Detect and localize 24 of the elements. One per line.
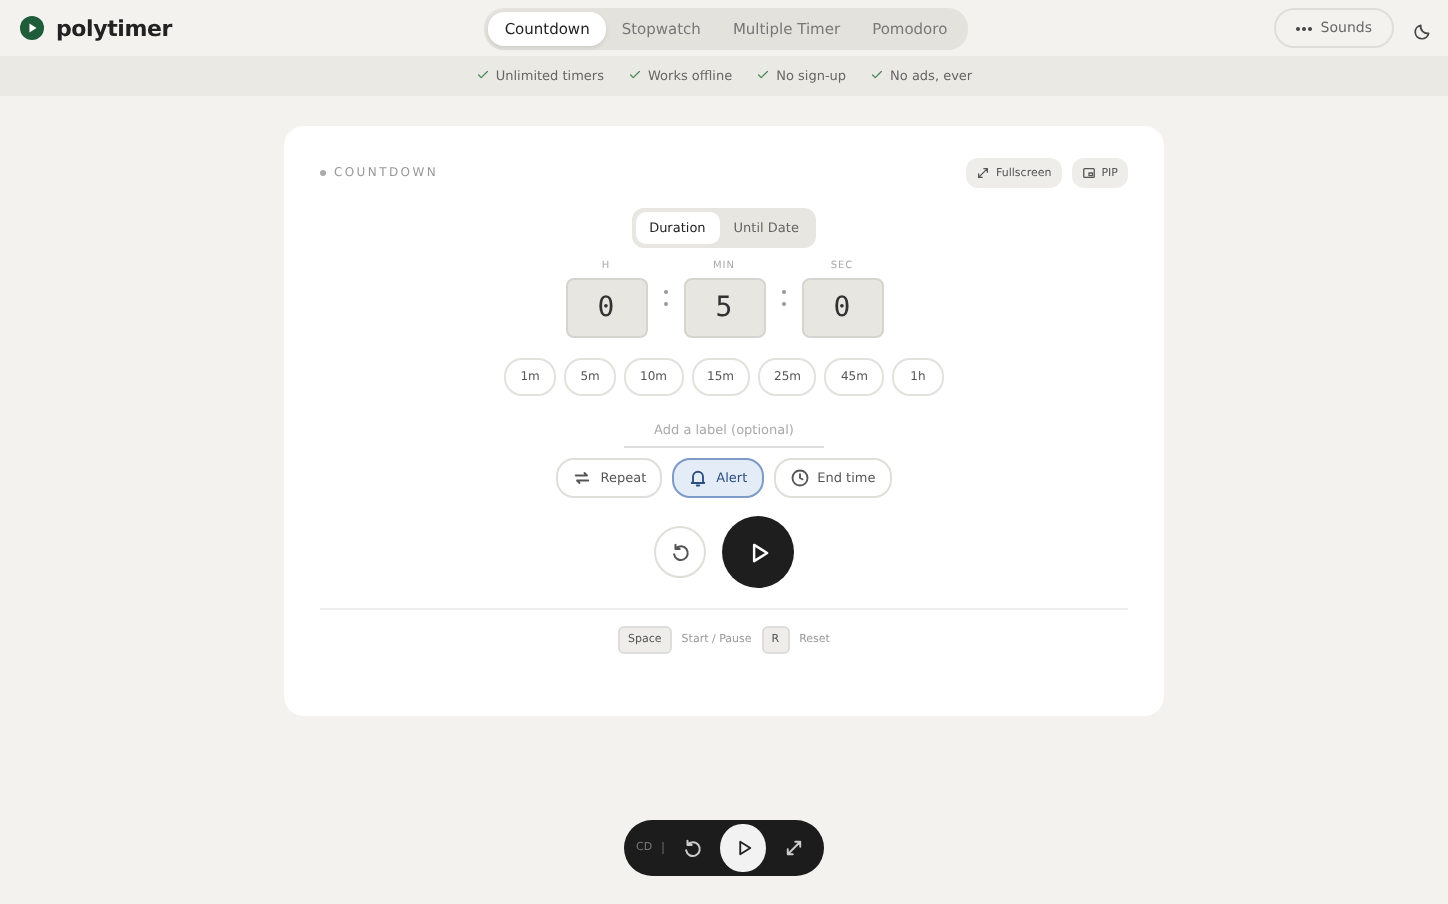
brand-name: polytimer bbox=[56, 15, 172, 41]
moon-icon bbox=[1414, 21, 1432, 39]
check-icon bbox=[475, 67, 490, 81]
bell-icon bbox=[688, 468, 709, 488]
dot-icon bbox=[320, 170, 326, 176]
play-icon bbox=[733, 838, 754, 858]
reset-icon bbox=[669, 541, 691, 563]
logo-icon bbox=[20, 16, 44, 40]
repeat-icon bbox=[572, 468, 593, 488]
time-field[interactable]: 0 bbox=[801, 278, 883, 338]
play-button[interactable] bbox=[720, 824, 766, 872]
pip-icon bbox=[1081, 166, 1096, 180]
reset-icon bbox=[681, 837, 704, 859]
check-icon bbox=[756, 67, 771, 81]
time-field[interactable]: 5 bbox=[683, 278, 765, 338]
play-button[interactable] bbox=[722, 516, 794, 588]
dots-icon bbox=[1296, 25, 1313, 31]
check-icon bbox=[870, 67, 885, 81]
expand-icon bbox=[783, 838, 804, 858]
expand-icon bbox=[976, 166, 991, 180]
check-icon bbox=[628, 67, 642, 81]
clock-icon bbox=[789, 468, 810, 488]
time-field[interactable]: 0 bbox=[565, 278, 647, 338]
reset-button[interactable] bbox=[654, 526, 706, 578]
